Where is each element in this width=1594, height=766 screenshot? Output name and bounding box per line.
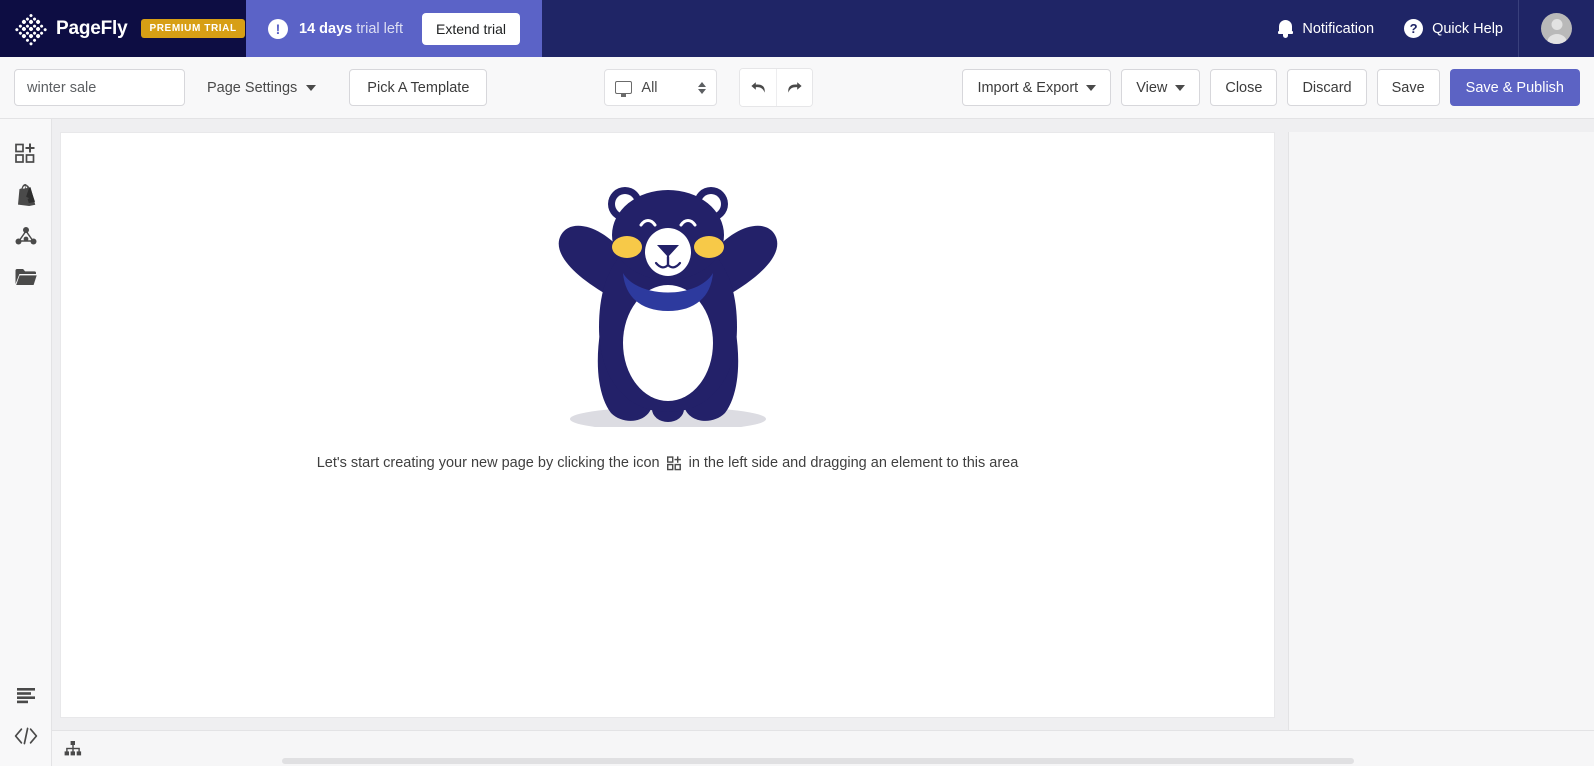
close-button[interactable]: Close: [1210, 69, 1278, 106]
import-export-button[interactable]: Import & Export: [962, 69, 1112, 106]
node-network-icon: [15, 226, 36, 244]
chevron-down-icon: [1086, 84, 1097, 91]
device-select-value: All: [641, 79, 658, 96]
sidebar-item-library[interactable]: [0, 256, 52, 297]
grid-plus-icon: [666, 455, 682, 471]
view-label: View: [1136, 79, 1168, 96]
user-avatar-icon[interactable]: [1541, 13, 1572, 44]
align-lines-icon: [16, 687, 35, 703]
canvas-empty-state: Let's start creating your new page by cl…: [61, 177, 1274, 471]
sidebar-item-add-element[interactable]: [0, 133, 52, 174]
sidebar-item-custom-code[interactable]: [0, 715, 52, 756]
editor-toolbar: Page Settings Pick A Template All Imp: [0, 57, 1594, 119]
folder-icon: [15, 268, 37, 285]
notification-label: Notification: [1302, 20, 1375, 37]
scrollbar-thumb[interactable]: [282, 758, 1354, 764]
discard-button[interactable]: Discard: [1287, 69, 1367, 106]
code-brackets-icon: [14, 727, 37, 744]
save-and-publish-button[interactable]: Save & Publish: [1449, 69, 1580, 106]
device-select[interactable]: All: [604, 69, 718, 106]
extend-trial-button[interactable]: Extend trial: [421, 12, 521, 45]
history-button-group: [739, 68, 814, 107]
pagefly-bear-mascot: [553, 177, 783, 427]
undo-button[interactable]: [740, 69, 777, 106]
trial-status-text: 14 days trial left: [299, 21, 403, 37]
stepper-arrows-icon: [698, 81, 707, 94]
grid-plus-icon: [15, 143, 35, 163]
page-settings-label: Page Settings: [207, 79, 298, 96]
brand-name: PageFly: [56, 17, 128, 39]
pagefly-editor-app: PageFly PREMIUM TRIAL ! 14 days trial le…: [0, 0, 1594, 766]
sitemap-icon[interactable]: [64, 740, 82, 757]
alert-circle-icon: !: [268, 18, 288, 39]
top-bar: PageFly PREMIUM TRIAL ! 14 days trial le…: [0, 0, 1594, 57]
bell-icon: [1278, 20, 1294, 38]
sidebar-item-layers[interactable]: [0, 674, 52, 715]
pagefly-diamond-logo-icon: [14, 12, 48, 45]
page-settings-dropdown[interactable]: Page Settings: [207, 79, 317, 96]
notification-button[interactable]: Notification: [1263, 20, 1389, 38]
left-sidebar: [0, 119, 52, 766]
view-button[interactable]: View: [1121, 69, 1201, 106]
premium-trial-badge: PREMIUM TRIAL: [141, 19, 245, 38]
editor-body: Let's start creating your new page by cl…: [0, 119, 1594, 766]
bottom-status-bar: [52, 730, 1594, 766]
trial-days: 14 days: [299, 20, 353, 37]
redo-button[interactable]: [776, 69, 813, 106]
sidebar-bottom-group: [0, 674, 52, 766]
canvas-area: Let's start creating your new page by cl…: [52, 119, 1594, 766]
page-canvas[interactable]: Let's start creating your new page by cl…: [60, 132, 1275, 718]
save-button[interactable]: Save: [1376, 69, 1440, 106]
quick-help-label: Quick Help: [1432, 20, 1503, 37]
brand-area: PageFly PREMIUM TRIAL: [0, 0, 246, 57]
empty-state-hint: Let's start creating your new page by cl…: [317, 455, 1019, 471]
hint-text-before: Let's start creating your new page by cl…: [316, 455, 660, 471]
shopify-bag-icon: [17, 183, 35, 206]
right-settings-panel: [1288, 132, 1594, 766]
trial-banner: ! 14 days trial left Extend trial: [246, 0, 542, 57]
question-mark-circle-icon: ?: [1404, 19, 1424, 38]
bear-illustration-icon: [558, 187, 777, 427]
chevron-down-icon: [306, 84, 317, 91]
quick-help-button[interactable]: ? Quick Help: [1389, 19, 1518, 38]
topbar-right-actions: Notification ? Quick Help: [1263, 0, 1594, 57]
hint-text-after: in the left side and dragging an element…: [688, 455, 1019, 471]
trial-left-label: trial left: [352, 20, 403, 37]
import-export-label: Import & Export: [977, 79, 1079, 96]
undo-arrow-icon: [751, 82, 765, 93]
monitor-icon: [615, 81, 633, 97]
avatar-container: [1518, 0, 1594, 57]
redo-arrow-icon: [788, 82, 803, 93]
pick-a-template-button[interactable]: Pick A Template: [349, 69, 488, 106]
chevron-down-icon: [1175, 84, 1186, 91]
horizontal-scrollbar[interactable]: [282, 758, 1354, 764]
sidebar-item-shopify-elements[interactable]: [0, 174, 52, 215]
page-name-input[interactable]: [14, 69, 185, 106]
sidebar-item-global-elements[interactable]: [0, 215, 52, 256]
